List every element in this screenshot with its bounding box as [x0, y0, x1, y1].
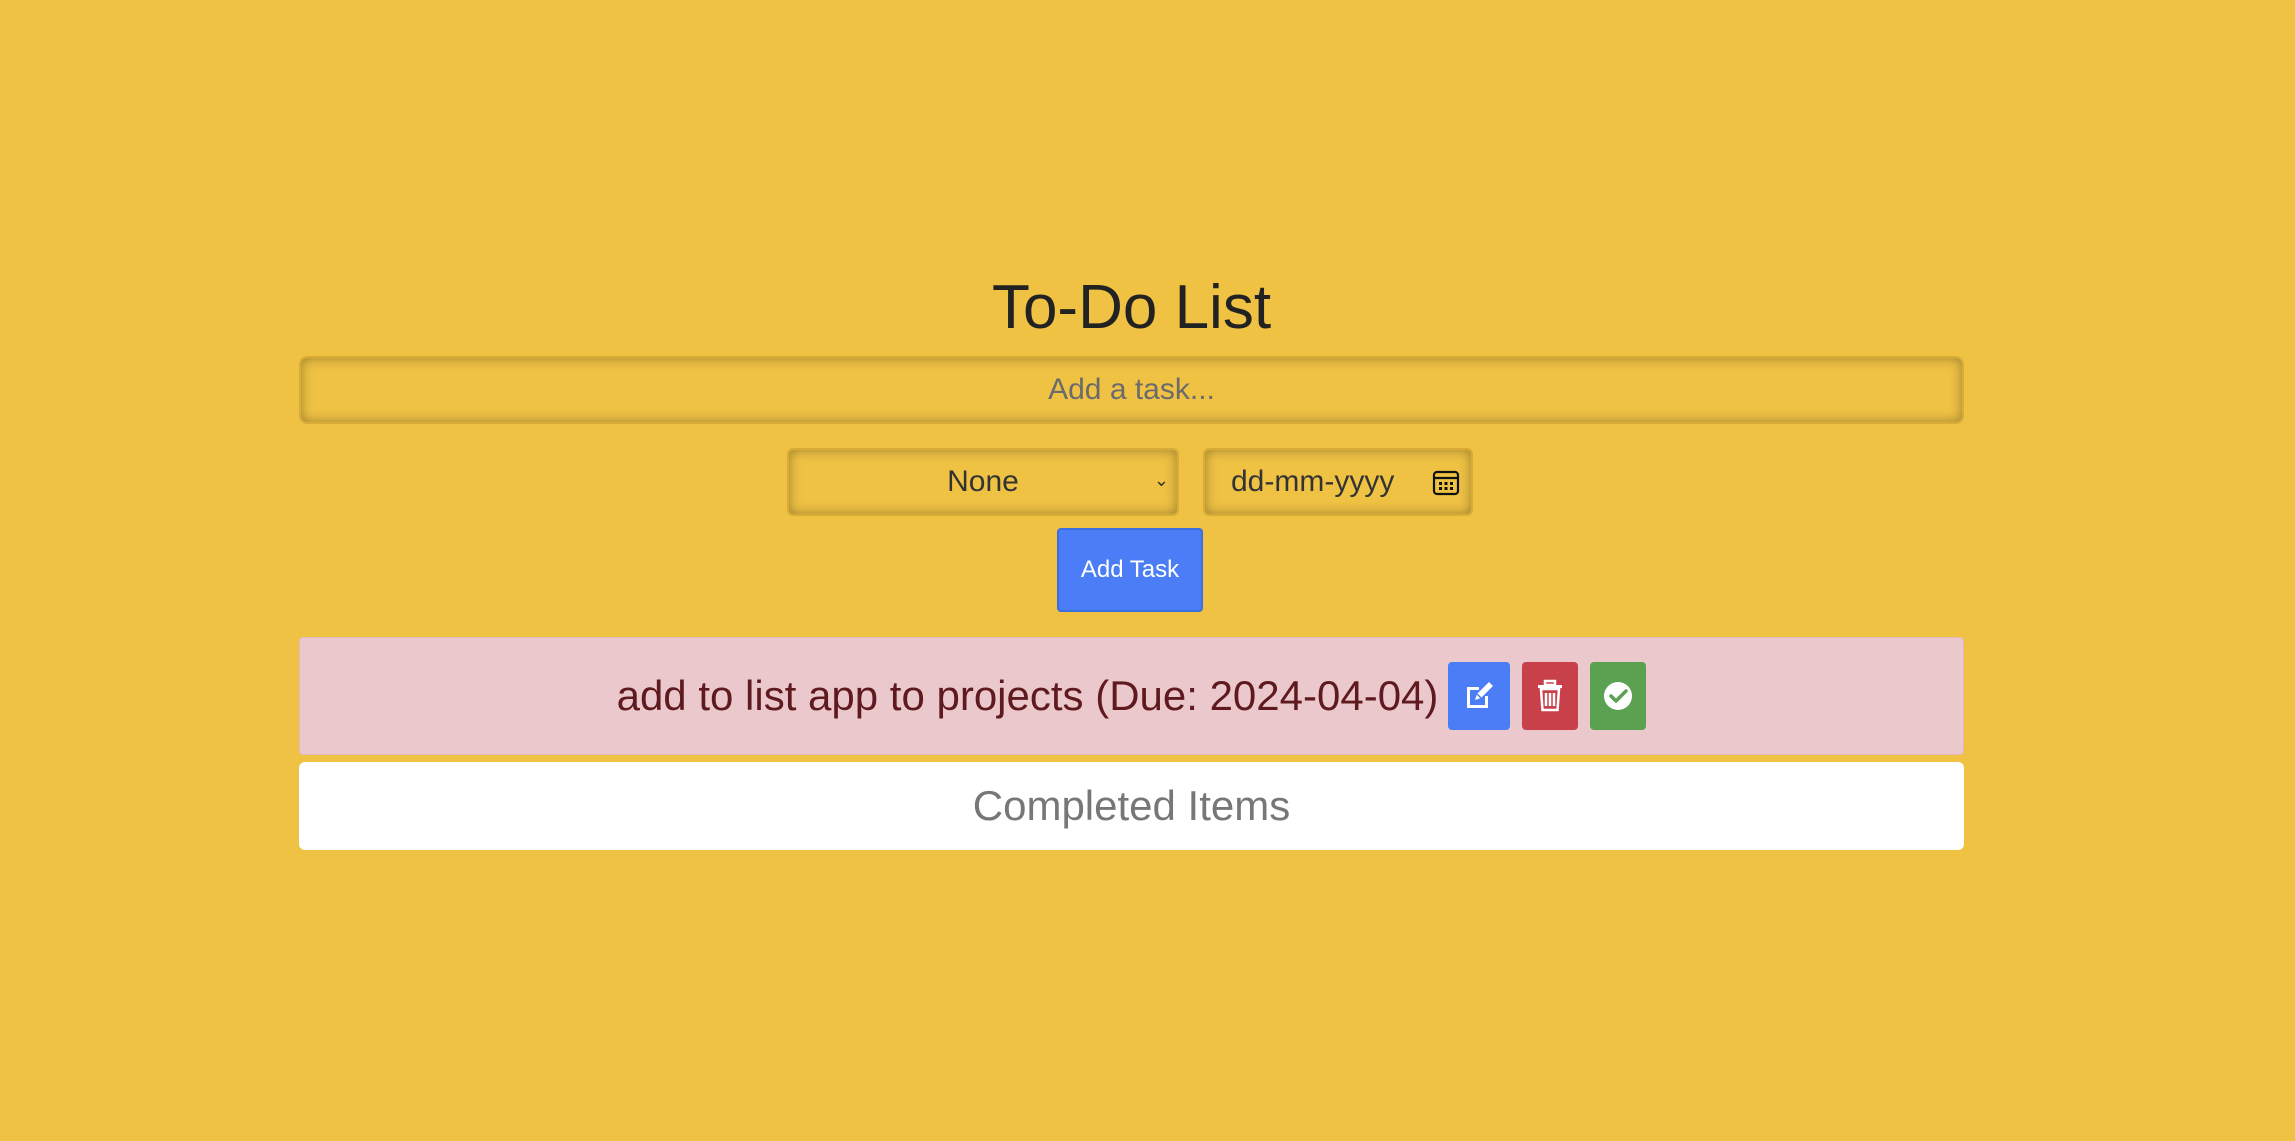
task-input[interactable]: [299, 356, 1964, 424]
delete-button[interactable]: [1522, 662, 1579, 730]
task-item: add to list app to projects (Due: 2024-0…: [299, 637, 1964, 755]
priority-select[interactable]: None ⌄: [787, 448, 1179, 516]
trash-icon: [1538, 679, 1563, 712]
completed-items-header[interactable]: Completed Items: [299, 762, 1964, 850]
completed-items-title: Completed Items: [972, 782, 1291, 829]
priority-selected-value: None: [947, 465, 1019, 498]
page-title: To-Do List: [991, 273, 1272, 342]
task-text: add to list app to projects (Due: 2024-0…: [616, 672, 1439, 719]
edit-icon: [1467, 682, 1494, 708]
due-date-input[interactable]: dd-mm-yyyy: [1203, 448, 1473, 516]
date-placeholder: dd-mm-yyyy: [1231, 465, 1395, 498]
edit-button[interactable]: [1448, 662, 1511, 730]
check-circle-icon: [1604, 682, 1633, 710]
calendar-icon[interactable]: [1431, 468, 1461, 498]
chevron-down-icon: ⌄: [1153, 470, 1169, 490]
complete-button[interactable]: [1590, 662, 1647, 730]
add-task-button[interactable]: Add Task: [1057, 528, 1203, 612]
